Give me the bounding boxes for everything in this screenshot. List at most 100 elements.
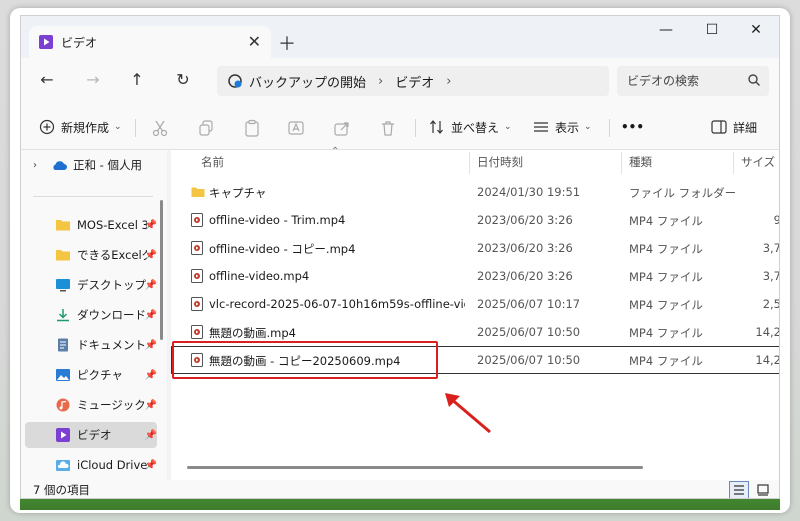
column-header-name[interactable]: 名前 [201, 150, 224, 174]
sidebar-item-icloud-drive[interactable]: iCloud Drive 📌 [25, 452, 157, 478]
file-type: MP4 ファイル [629, 354, 703, 368]
sidebar-item-onedrive[interactable]: › 正和 - 個人用 [25, 152, 157, 178]
more-options-button[interactable]: ••• [621, 114, 644, 140]
maximize-button[interactable]: ☐ [697, 22, 727, 38]
search-input[interactable] [627, 74, 737, 88]
file-date: 2023/06/20 3:26 [477, 241, 573, 255]
new-tab-button[interactable]: ＋ [275, 30, 299, 56]
forward-button[interactable]: → [81, 70, 105, 89]
backup-icon [228, 74, 242, 88]
file-type: MP4 ファイル [629, 326, 703, 340]
details-pane-icon [711, 120, 727, 134]
up-button[interactable]: ↑ [125, 70, 149, 89]
tiles-view-button[interactable] [753, 481, 773, 498]
file-list: ⌃ 名前 日付時刻 種類 サイズ キャプチャ 2024/01/30 19:51 … [171, 146, 780, 480]
sidebar-item-label: MOS-Excel 3€ [77, 218, 147, 232]
view-label: 表示 [555, 120, 580, 135]
file-date: 2025/06/07 10:50 [477, 325, 581, 339]
view-lines-icon [534, 122, 548, 132]
folder-icon [56, 220, 70, 231]
column-header-size[interactable]: サイズ [741, 150, 775, 174]
sidebar-item-pictures[interactable]: ピクチャ 📌 [25, 362, 157, 388]
tab-video[interactable]: ビデオ ✕ [29, 26, 271, 58]
file-row-focused[interactable]: 無題の動画 - コピー20250609.mp4 2025/06/07 10:50… [171, 346, 780, 374]
sidebar-divider [33, 196, 153, 197]
file-type: MP4 ファイル [629, 214, 703, 228]
file-date: 2025/06/07 10:17 [477, 297, 581, 311]
copy-icon[interactable] [197, 119, 215, 137]
sidebar-item-label: ダウンロード [77, 308, 146, 322]
column-divider[interactable] [469, 152, 470, 174]
file-row[interactable]: キャプチャ 2024/01/30 19:51 ファイル フォルダー [171, 178, 779, 206]
video-icon [39, 35, 53, 49]
file-row[interactable]: 無題の動画.mp4 2025/06/07 10:50 MP4 ファイル 14,2 [171, 318, 780, 346]
column-divider[interactable] [621, 152, 622, 174]
share-icon[interactable] [333, 119, 351, 137]
delete-icon[interactable] [379, 119, 397, 137]
pin-icon: 📌 [144, 249, 157, 261]
file-row[interactable]: offline-video - コピー.mp4 2023/06/20 3:26 … [171, 234, 779, 262]
file-row[interactable]: offline-video.mp4 2023/06/20 3:26 MP4 ファ… [171, 262, 779, 290]
sidebar-item-dekiru-excel[interactable]: できるExcelグ 📌 [25, 242, 157, 268]
file-row[interactable]: offline-video - Trim.mp4 2023/06/20 3:26… [171, 206, 779, 234]
pin-icon: 📌 [144, 279, 157, 291]
close-window-button[interactable]: ✕ [741, 22, 771, 38]
file-date: 2023/06/20 3:26 [477, 213, 573, 227]
folder-icon [56, 250, 70, 261]
file-size: 14,2 [755, 353, 780, 367]
tab-title: ビデオ [61, 35, 98, 50]
paste-icon[interactable] [243, 119, 261, 137]
sidebar-item-mos-excel[interactable]: MOS-Excel 3€ 📌 [25, 212, 157, 238]
details-view-button[interactable] [729, 481, 749, 498]
column-divider[interactable] [733, 152, 734, 174]
sidebar-item-documents[interactable]: ドキュメント 📌 [25, 332, 157, 358]
sidebar-scrollbar[interactable] [160, 200, 163, 340]
chevron-right-icon[interactable]: › [446, 74, 451, 89]
horizontal-scrollbar[interactable] [187, 466, 643, 469]
mp4-file-icon [191, 297, 203, 311]
rename-icon[interactable] [287, 119, 305, 137]
close-tab-icon[interactable]: ✕ [248, 32, 261, 51]
search-icon[interactable] [747, 73, 761, 87]
breadcrumb-backup[interactable]: バックアップの開始 [249, 72, 366, 91]
sidebar-item-video[interactable]: ビデオ 📌 [25, 422, 157, 448]
details-button[interactable]: 詳細 [711, 114, 757, 140]
file-size: 2,5 [762, 297, 780, 311]
plus-circle-icon [39, 119, 55, 135]
column-header-type[interactable]: 種類 [629, 150, 652, 174]
breadcrumb[interactable]: バックアップの開始 › ビデオ › [217, 66, 609, 96]
pictures-icon [56, 369, 70, 381]
breadcrumb-video[interactable]: ビデオ [395, 72, 434, 91]
file-type: ファイル フォルダー [629, 186, 735, 200]
file-size: 14,2 [755, 325, 780, 339]
list-view-icon [734, 485, 744, 495]
view-button[interactable]: 表示 ⌄ [533, 114, 592, 140]
chevron-right-icon[interactable]: › [33, 160, 37, 171]
toolbar-divider [609, 119, 610, 137]
sidebar-item-music[interactable]: ミュージック 📌 [25, 392, 157, 418]
minimize-button[interactable]: — [651, 22, 681, 38]
file-type: MP4 ファイル [629, 270, 703, 284]
file-name: vlc-record-2025-06-07-10h16m59s-offline-… [209, 297, 465, 311]
sidebar-item-label: ドキュメント [77, 338, 146, 352]
sidebar-item-label: ミュージック [77, 398, 146, 412]
navigation-pane: › 正和 - 個人用 MOS-Excel 3€ 📌 できるExcelグ 📌 デス… [21, 150, 167, 480]
back-button[interactable]: ← [35, 70, 59, 89]
file-name: offline-video.mp4 [209, 269, 310, 283]
sidebar-item-desktop[interactable]: デスクトップ 📌 [25, 272, 157, 298]
document-icon [58, 338, 68, 352]
new-label: 新規作成 [61, 120, 110, 135]
new-button[interactable]: 新規作成 ⌄ [39, 114, 122, 140]
chevron-down-icon: ⌄ [114, 122, 122, 132]
column-header-date[interactable]: 日付時刻 [477, 150, 523, 174]
sidebar-item-downloads[interactable]: ダウンロード 📌 [25, 302, 157, 328]
cut-icon[interactable] [151, 119, 169, 137]
music-icon [56, 398, 70, 412]
refresh-button[interactable]: ↻ [171, 70, 195, 89]
file-row[interactable]: vlc-record-2025-06-07-10h16m59s-offline-… [171, 290, 780, 318]
sort-caret-icon: ⌃ [331, 146, 340, 157]
file-explorer-window: ビデオ ✕ ＋ — ☐ ✕ ← → ↑ ↻ バックアップの開始 › ビデオ › [20, 15, 780, 499]
file-type: MP4 ファイル [629, 298, 703, 312]
sort-button[interactable]: 並べ替え ⌄ [429, 114, 512, 140]
mp4-file-icon [191, 241, 203, 255]
